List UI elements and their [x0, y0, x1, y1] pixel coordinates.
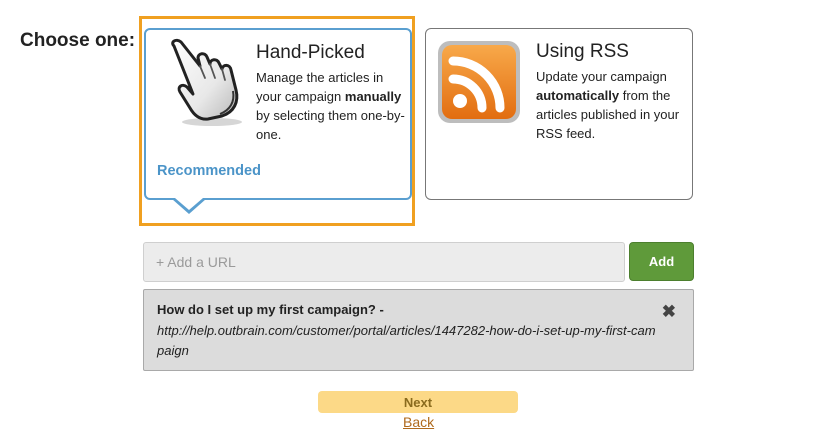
- add-url-button[interactable]: Add: [629, 242, 694, 281]
- rss-description: Update your campaign automatically from …: [536, 69, 680, 141]
- option-hand-picked[interactable]: Hand-Picked Manage the articles in your …: [144, 28, 412, 200]
- url-item-link: http://help.outbrain.com/customer/portal…: [157, 323, 656, 358]
- back-link[interactable]: Back: [403, 414, 434, 430]
- option-using-rss[interactable]: Using RSS Update your campaign automatic…: [425, 28, 693, 200]
- pointing-hand-icon: [171, 38, 242, 126]
- url-item-title: How do I set up my first campaign? -: [157, 302, 384, 317]
- remove-url-icon[interactable]: ✖: [662, 303, 676, 320]
- next-button[interactable]: Next: [318, 391, 518, 413]
- url-list-item: How do I set up my first campaign? - htt…: [143, 289, 694, 371]
- rss-feed-icon: [438, 41, 520, 123]
- selected-pointer-arrow-fill: [175, 198, 203, 210]
- add-url-input[interactable]: [143, 242, 625, 282]
- choose-one-label: Choose one:: [20, 30, 136, 51]
- recommended-badge: Recommended: [157, 163, 261, 179]
- hand-picked-title: Hand-Picked: [256, 42, 365, 63]
- hand-picked-description: Manage the articles in your campaign man…: [256, 70, 405, 142]
- rss-title: Using RSS: [536, 41, 629, 62]
